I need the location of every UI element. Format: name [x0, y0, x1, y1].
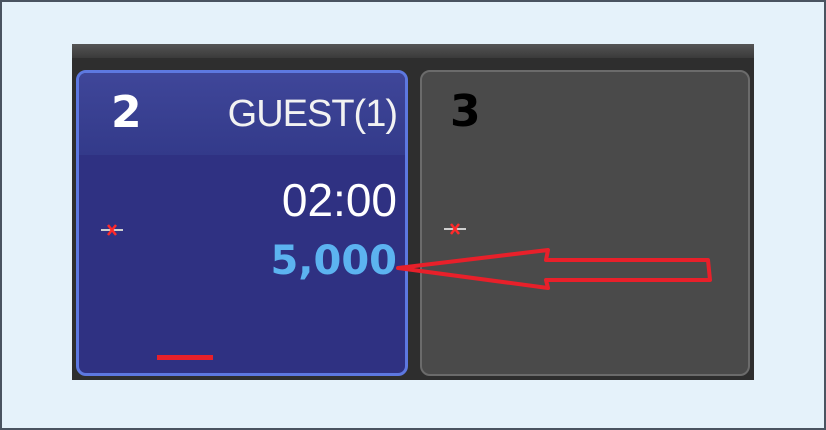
elapsed-time: 02:00: [281, 174, 397, 226]
seat-marker-icon: [101, 224, 123, 236]
annotation-arrow-icon: [396, 248, 712, 290]
panel-top-bar: [72, 44, 754, 58]
table-grid-panel: 2 GUEST(1) 02:00 5,000 3: [72, 44, 754, 380]
status-indicator-bar: [157, 355, 213, 360]
table-number: 2: [111, 87, 142, 138]
guest-count-label: GUEST(1): [227, 93, 398, 135]
table-card-2[interactable]: 2 GUEST(1) 02:00 5,000: [76, 70, 408, 376]
seat-marker-icon: [444, 223, 466, 235]
table-card-3[interactable]: 3: [420, 70, 750, 376]
order-amount: 5,000: [270, 238, 397, 284]
table-number: 3: [450, 86, 481, 137]
